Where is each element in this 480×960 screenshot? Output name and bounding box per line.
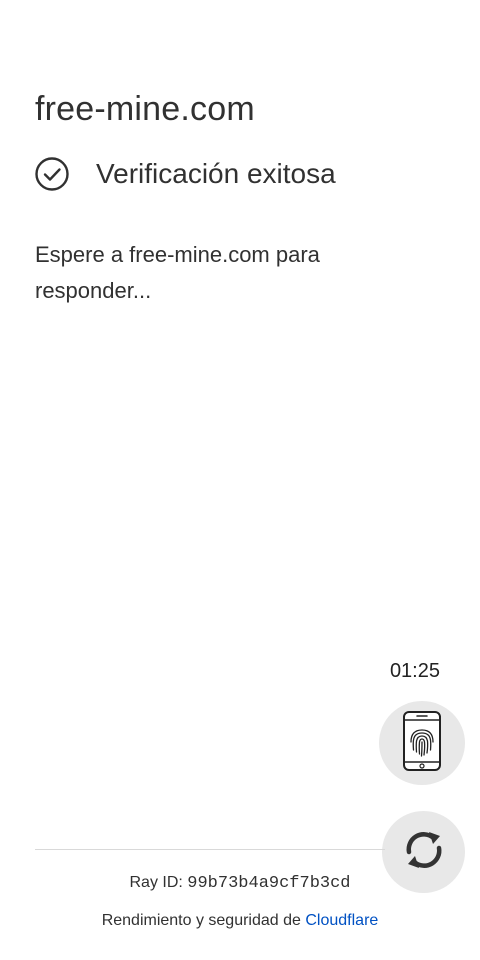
site-title: free-mine.com: [35, 90, 255, 128]
fingerprint-button[interactable]: [379, 701, 465, 785]
status-text: Verificación exitosa: [96, 158, 336, 189]
wait-message: Espere a free-mine.com para responder...: [35, 242, 320, 303]
refresh-icon: [402, 828, 446, 877]
countdown-timer: 01:25: [389, 660, 440, 682]
performance-text: Rendimiento y seguridad de: [101, 912, 306, 929]
ray-id: Ray ID: 99b73b4a9cf7b3cd: [0, 874, 480, 893]
ray-id-value: 99b73b4a9cf7b3cd: [187, 874, 351, 893]
verification-status: Verificación exitosa: [35, 156, 336, 192]
page: free-mine.com Verificación exitosa Esper…: [0, 0, 480, 960]
footer-divider: [35, 849, 385, 850]
phone-fingerprint-icon: [402, 710, 442, 777]
check-circle-icon: [35, 157, 69, 191]
ray-id-label: Ray ID:: [129, 874, 188, 891]
cloudflare-link[interactable]: Cloudflare: [305, 912, 378, 929]
performance-footer: Rendimiento y seguridad de Cloudflare: [0, 912, 480, 930]
